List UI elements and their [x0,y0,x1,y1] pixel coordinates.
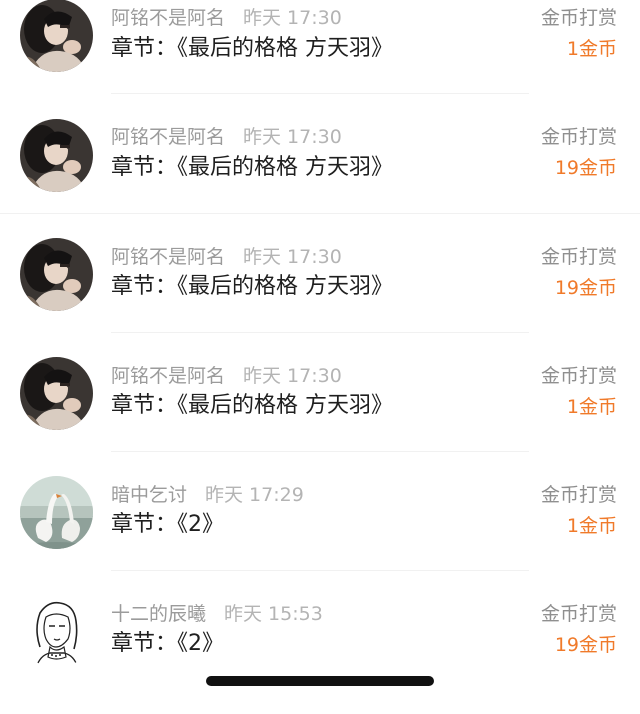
user-name-line: 十二的辰曦 昨天 15:53 [111,602,323,626]
user-avatar[interactable] [20,238,93,311]
row-divider [111,570,529,571]
user-name-line: 阿铭不是阿名 昨天 17:30 [111,364,342,388]
row-divider [111,93,529,94]
tip-row[interactable]: 暗中乞讨 昨天 17:29 章节：《2》 金币打赏 1金币 [0,476,640,595]
user-avatar[interactable] [20,0,93,72]
sketch-avatar-icon [20,595,93,668]
user-name: 阿铭不是阿名 [111,365,226,387]
timestamp: 昨天 17:30 [243,365,342,387]
tip-row[interactable]: 阿铭不是阿名 昨天 17:30 章节：《最后的格格 方天羽》 金币打赏 1金币 [0,0,640,119]
coin-amount: 19金币 [554,634,617,656]
user-name: 阿铭不是阿名 [111,246,226,268]
swan-avatar-icon [20,476,93,549]
timestamp: 昨天 17:29 [205,484,304,506]
user-name-line: 阿铭不是阿名 昨天 17:30 [111,245,342,269]
timestamp: 昨天 17:30 [243,246,342,268]
tip-row[interactable]: 阿铭不是阿名 昨天 17:30 章节：《最后的格格 方天羽》 金币打赏 1金币 [0,357,640,476]
chapter-title: 章节：《最后的格格 方天羽》 [111,393,393,418]
coin-amount: 1金币 [566,38,617,60]
photo-avatar-icon [20,238,93,311]
tip-type-label: 金币打赏 [540,246,617,268]
chapter-title: 章节：《最后的格格 方天羽》 [111,155,393,180]
tip-type-label: 金币打赏 [540,603,617,625]
tip-row[interactable]: 十二的辰曦 昨天 15:53 章节：《2》 金币打赏 19金币 [0,595,640,714]
row-divider [0,213,640,214]
coin-amount: 1金币 [566,515,617,537]
tip-row[interactable]: 阿铭不是阿名 昨天 17:30 章节：《最后的格格 方天羽》 金币打赏 19金币 [0,119,640,238]
coin-amount: 1金币 [566,396,617,418]
user-avatar[interactable] [20,595,93,668]
user-avatar[interactable] [20,476,93,549]
coin-amount: 19金币 [554,157,617,179]
timestamp: 昨天 17:30 [243,7,342,29]
chapter-title: 章节：《2》 [111,631,224,656]
home-indicator[interactable] [206,676,434,686]
user-name: 阿铭不是阿名 [111,7,226,29]
row-divider [111,451,529,452]
tip-type-label: 金币打赏 [540,365,617,387]
user-avatar[interactable] [20,357,93,430]
timestamp: 昨天 17:30 [243,126,342,148]
chapter-title: 章节：《最后的格格 方天羽》 [111,274,393,299]
user-name: 阿铭不是阿名 [111,126,226,148]
user-name-line: 阿铭不是阿名 昨天 17:30 [111,6,342,30]
photo-avatar-icon [20,357,93,430]
tip-type-label: 金币打赏 [540,7,617,29]
row-divider [111,332,529,333]
chapter-title: 章节：《2》 [111,512,224,537]
tip-row[interactable]: 阿铭不是阿名 昨天 17:30 章节：《最后的格格 方天羽》 金币打赏 19金币 [0,238,640,357]
timestamp: 昨天 15:53 [224,603,323,625]
user-name-line: 暗中乞讨 昨天 17:29 [111,483,304,507]
photo-avatar-icon [20,119,93,192]
user-name: 十二的辰曦 [111,603,207,625]
user-name: 暗中乞讨 [111,484,188,506]
tip-type-label: 金币打赏 [540,484,617,506]
coin-amount: 19金币 [554,277,617,299]
user-name-line: 阿铭不是阿名 昨天 17:30 [111,125,342,149]
tip-type-label: 金币打赏 [540,126,617,148]
chapter-title: 章节：《最后的格格 方天羽》 [111,36,393,61]
photo-avatar-icon [20,0,93,72]
user-avatar[interactable] [20,119,93,192]
